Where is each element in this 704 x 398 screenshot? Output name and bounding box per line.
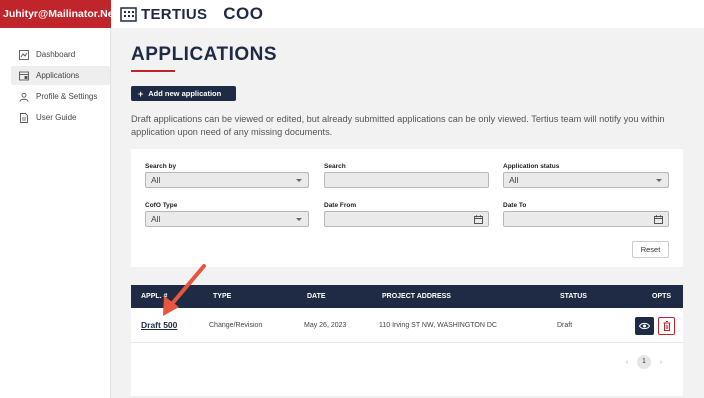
sidebar-item-label: Applications — [36, 71, 80, 80]
calendar-icon[interactable] — [474, 215, 483, 224]
col-opts: OPTS — [652, 293, 672, 300]
col-appl: APPL. # — [141, 293, 168, 300]
prev-page-button[interactable]: ‹ — [621, 359, 633, 366]
col-address: PROJECT ADDRESS — [382, 293, 451, 300]
dashboard-icon — [19, 49, 29, 60]
cofo-type-select[interactable]: All — [145, 211, 309, 227]
top-bar: Juhityr@Mailinator.Net TERTIUS COO — [0, 0, 704, 28]
brand-product: COO — [223, 4, 264, 23]
building-icon — [120, 7, 137, 22]
plus-icon: + — [138, 88, 144, 99]
title-underline — [131, 70, 175, 72]
search-by-value: All — [151, 175, 161, 185]
user-email-badge[interactable]: Juhityr@Mailinator.Net — [0, 0, 111, 28]
date-from-label: Date From — [324, 202, 357, 209]
table-row: Draft 500 Change/Revision May 26, 2023 1… — [131, 308, 683, 343]
application-link[interactable]: Draft 500 — [141, 308, 177, 343]
row-type: Change/Revision — [209, 322, 263, 329]
chevron-down-icon — [296, 179, 302, 182]
sidebar-item-dashboard[interactable]: Dashboard — [11, 45, 110, 64]
trash-icon — [663, 321, 670, 331]
info-text: Draft applications can be viewed or edit… — [131, 114, 665, 137]
cofo-type-value: All — [151, 214, 161, 224]
date-from-input[interactable] — [324, 211, 489, 227]
calendar-icon[interactable] — [654, 215, 663, 224]
row-status: Draft — [557, 322, 573, 329]
date-to-label: Date To — [503, 202, 527, 209]
filter-panel: Search by All Search Application status … — [131, 149, 683, 267]
chevron-down-icon — [656, 179, 662, 182]
brand[interactable]: TERTIUS COO — [120, 4, 264, 24]
pagination: ‹ 1 › — [621, 355, 667, 369]
sidebar-item-label: Profile & Settings — [36, 92, 98, 101]
col-status: STATUS — [560, 293, 587, 300]
brand-name: TERTIUS — [141, 5, 208, 23]
main-content: APPLICATIONS + Add new application Draft… — [111, 28, 704, 398]
col-type: TYPE — [213, 293, 232, 300]
sidebar-item-profile-settings[interactable]: Profile & Settings — [11, 87, 110, 106]
row-address: 110 Irving ST NW, WASHINGTON DC — [379, 322, 497, 329]
page-title: APPLICATIONS — [131, 44, 278, 65]
applications-icon — [19, 71, 29, 80]
search-by-label: Search by — [145, 163, 177, 170]
cofo-type-label: CofO Type — [145, 202, 178, 209]
row-date: May 26, 2023 — [304, 322, 347, 329]
sidebar-item-label: Dashboard — [36, 50, 76, 59]
profile-icon — [19, 92, 29, 102]
next-page-button[interactable]: › — [655, 359, 667, 366]
guide-icon — [20, 112, 28, 123]
status-value: All — [509, 175, 519, 185]
sidebar: Dashboard Applications Profile & Setting… — [0, 28, 111, 398]
col-date: DATE — [307, 293, 326, 300]
sidebar-item-user-guide[interactable]: User Guide — [11, 108, 110, 127]
view-button[interactable] — [635, 317, 654, 335]
status-select[interactable]: All — [503, 172, 669, 188]
date-to-input[interactable] — [503, 211, 669, 227]
page-number-current[interactable]: 1 — [637, 355, 651, 369]
search-label: Search — [324, 163, 346, 170]
delete-button[interactable] — [658, 317, 675, 335]
search-input[interactable] — [324, 172, 489, 188]
sidebar-item-applications[interactable]: Applications — [11, 66, 110, 85]
add-application-button[interactable]: + Add new application — [131, 86, 236, 101]
search-by-select[interactable]: All — [145, 172, 309, 188]
add-application-label: Add new application — [148, 89, 222, 98]
chevron-down-icon — [296, 218, 302, 221]
status-label: Application status — [503, 163, 560, 170]
applications-table: APPL. # TYPE DATE PROJECT ADDRESS STATUS… — [131, 285, 683, 396]
table-header: APPL. # TYPE DATE PROJECT ADDRESS STATUS… — [131, 285, 683, 308]
sidebar-item-label: User Guide — [36, 113, 77, 122]
eye-icon — [639, 322, 650, 330]
reset-button[interactable]: Reset — [632, 241, 669, 258]
